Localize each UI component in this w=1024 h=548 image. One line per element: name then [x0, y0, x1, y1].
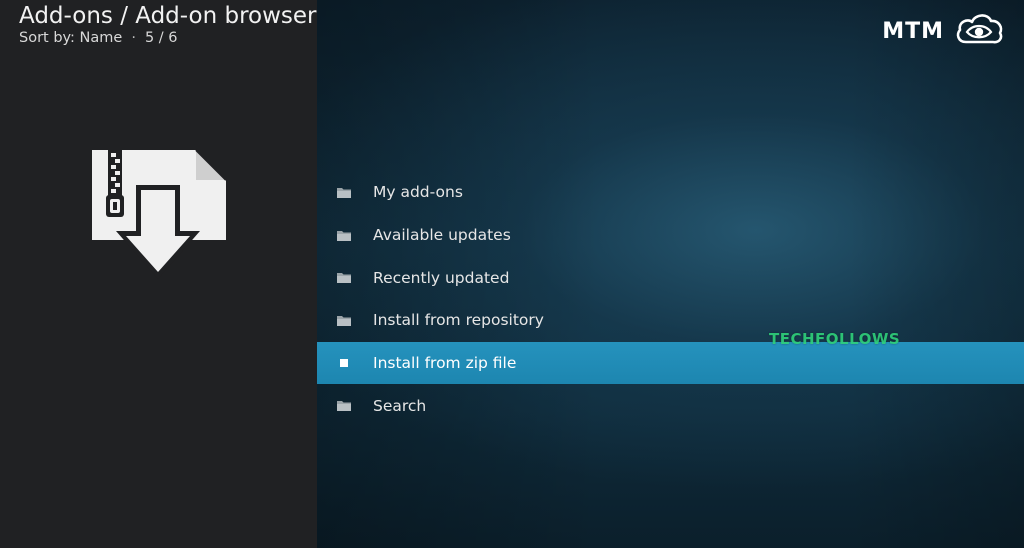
menu-item-label: Search: [373, 396, 427, 415]
brand-logo: MTM: [882, 12, 1004, 50]
menu-item-label: My add-ons: [373, 183, 463, 202]
menu-item-install-from-zip-file[interactable]: Install from zip file: [317, 341, 1024, 385]
watermark: TECHFOLLOWS: [769, 330, 901, 348]
menu-item-install-from-repository[interactable]: Install from repository: [317, 299, 1024, 342]
menu-item-label: Install from repository: [373, 311, 544, 330]
sort-info: Sort by: Name · 5 / 6: [19, 30, 178, 46]
zip-install-icon: [86, 145, 232, 285]
square-bullet-icon: [337, 357, 351, 369]
cloud-eye-icon: [954, 12, 1004, 50]
menu-item-label: Recently updated: [373, 268, 510, 287]
menu-item-recently-updated[interactable]: Recently updated: [317, 256, 1024, 299]
menu-item-label: Available updates: [373, 226, 511, 245]
page-title: Add-ons / Add-on browser: [19, 3, 317, 29]
menu-item-label: Install from zip file: [373, 354, 517, 373]
folder-icon: [337, 272, 351, 284]
menu-item-my-addons[interactable]: My add-ons: [317, 171, 1024, 214]
brand-text: MTM: [882, 18, 944, 44]
sort-label[interactable]: Sort by: Name: [19, 30, 122, 46]
menu-item-search[interactable]: Search: [317, 384, 1024, 427]
folder-icon: [337, 400, 351, 412]
item-position: 5 / 6: [144, 30, 178, 46]
left-pane: Add-ons / Add-on browser Sort by: Name · 5…: [0, 0, 317, 548]
kodi-addon-browser-screen: Add-ons / Add-on browser Sort by: Name · 5…: [0, 0, 1024, 548]
addon-browser-menu: My add-ons Available updates Recently up…: [317, 171, 1024, 427]
folder-icon: [337, 229, 351, 241]
menu-item-available-updates[interactable]: Available updates: [317, 214, 1024, 257]
folder-icon: [337, 186, 351, 198]
separator: ·: [131, 30, 136, 46]
folder-icon: [337, 314, 351, 326]
